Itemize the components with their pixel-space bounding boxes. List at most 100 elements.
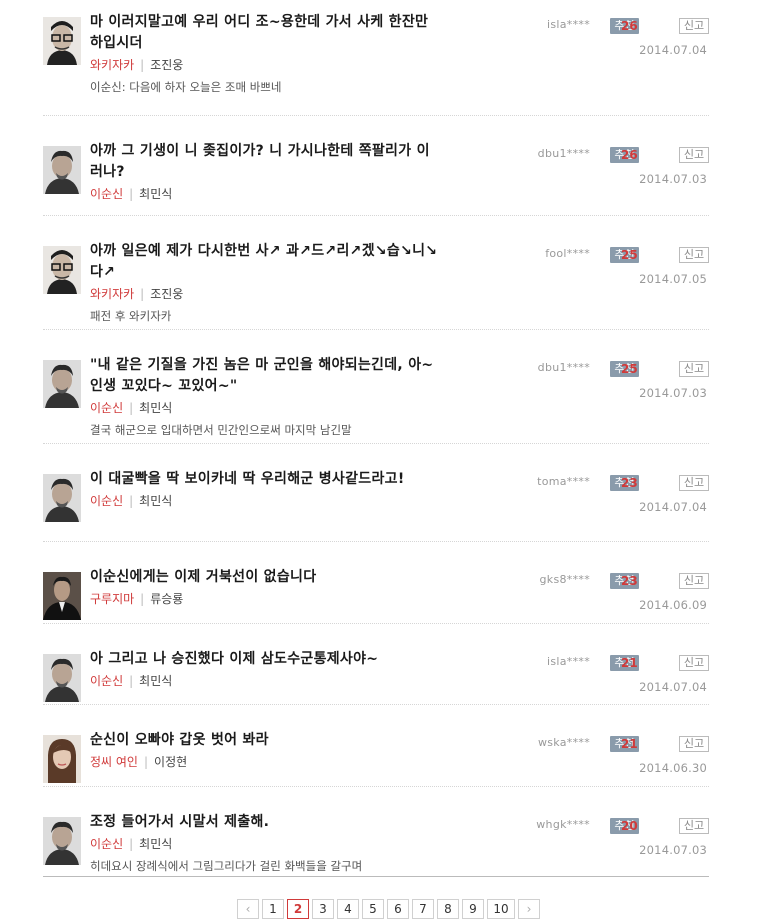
role-name-link[interactable]: 구루지마 [90, 592, 134, 606]
comment-meta: whgk**** 추천 20 신고 2014.07.03 [509, 818, 709, 858]
comment-quote: 아까 그 기생이 니 좆집이가? 니 가시나한테 쪽팔리가 이러나? [90, 143, 430, 180]
role-name-link[interactable]: 이순신 [90, 494, 123, 508]
username: isla**** [547, 18, 590, 31]
cast-info: 이순신 | 최민식 [90, 673, 440, 689]
report-button[interactable]: 신고 [679, 736, 709, 752]
comment-body: "내 같은 기질을 가진 놈은 마 군인을 해야되는긴데, 아~ 인생 꼬있다~… [90, 355, 440, 438]
comment-date: 2014.07.04 [639, 500, 707, 514]
avatar[interactable] [43, 360, 81, 408]
role-name-link[interactable]: 이순신 [90, 401, 123, 415]
comment-note: 패전 후 와키자카 [90, 309, 172, 323]
separator: | [129, 401, 134, 415]
comment-note: 결국 해군으로 입대하면서 민간인으로써 마지막 남긴말 [90, 423, 352, 437]
actor-name-link[interactable]: 최민식 [139, 401, 172, 415]
prev-page-button[interactable]: ‹ [237, 899, 259, 919]
avatar[interactable] [43, 572, 81, 620]
comment-quote: 아 그리고 나 승진했다 이제 삼도수군통제사야~ [90, 651, 379, 667]
separator: | [143, 755, 149, 769]
cast-info: 이순신 | 최민식 [90, 493, 440, 509]
report-button[interactable]: 신고 [679, 361, 709, 377]
comment-meta: isla**** 추천 21 신고 2014.07.04 [509, 655, 709, 695]
separator: | [129, 187, 134, 201]
username: gks8**** [539, 573, 590, 586]
avatar-suit-icon [43, 572, 81, 620]
role-name-link[interactable]: 이순신 [90, 187, 123, 201]
report-button[interactable]: 신고 [679, 247, 709, 263]
actor-name-link[interactable]: 이정현 [154, 755, 187, 769]
report-button[interactable]: 신고 [679, 18, 709, 34]
separator: | [140, 287, 145, 301]
actor-name-link[interactable]: 최민식 [139, 494, 172, 508]
cast-info: 구루지마 | 류승룡 [90, 591, 440, 607]
page-link-4[interactable]: 4 [337, 899, 359, 919]
comment-item: 아까 일은예 제가 다시한번 사↗ 과↗드↗리↗겠↘습↘니↘다↗ 와키자카 | 조진웅… [43, 229, 709, 330]
comment-item: 아 그리고 나 승진했다 이제 삼도수군통제사야~ 이순신 | 최민식 isla****… [43, 637, 709, 705]
comment-date: 2014.07.03 [639, 843, 707, 857]
report-button[interactable]: 신고 [679, 573, 709, 589]
avatar-glasses-icon [43, 246, 81, 294]
comment-item: "내 같은 기질을 가진 놈은 마 군인을 해야되는긴데, 아~ 인생 꼬있다~… [43, 343, 709, 444]
avatar-glasses-icon [43, 17, 81, 65]
comment-meta: fool**** 추천 25 신고 2014.07.05 [509, 247, 709, 287]
cast-info: 와키자카 | 조진웅 [90, 286, 440, 302]
page-link-7[interactable]: 7 [412, 899, 434, 919]
comment-body: 아 그리고 나 승진했다 이제 삼도수군통제사야~ 이순신 | 최민식 [90, 649, 440, 689]
comment-meta: dbu1**** 추천 25 신고 2014.07.03 [509, 361, 709, 401]
comment-note: 히데요시 장례식에서 그림그리다가 걸린 화백들을 갈구며 [90, 859, 363, 873]
comment-item: 조정 들어가서 시말서 제출해. 이순신 | 최민식 히데요시 장례식에서 그림그리다가… [43, 800, 709, 873]
avatar[interactable] [43, 474, 81, 522]
avatar[interactable] [43, 17, 81, 65]
comment-date: 2014.06.09 [639, 598, 707, 612]
comment-date: 2014.07.03 [639, 172, 707, 186]
cast-info: 와키자카 | 조진웅 [90, 57, 440, 73]
comment-date: 2014.07.05 [639, 272, 707, 286]
comment-date: 2014.06.30 [639, 761, 707, 775]
comment-meta: gks8**** 추천 23 신고 2014.06.09 [509, 573, 709, 613]
page-link-2[interactable]: 2 [287, 899, 309, 919]
page-link-9[interactable]: 9 [462, 899, 484, 919]
avatar[interactable] [43, 246, 81, 294]
role-name-link[interactable]: 와키자카 [90, 58, 134, 72]
comment-item: 순신이 오빠야 갑옷 벗어 봐라 정씨 여인 | 이정현 wska**** 추천 21 신고 2… [43, 718, 709, 787]
report-button[interactable]: 신고 [679, 818, 709, 834]
page-link-8[interactable]: 8 [437, 899, 459, 919]
actor-name-link[interactable]: 조진웅 [150, 287, 183, 301]
actor-name-link[interactable]: 류승룡 [150, 592, 183, 606]
page-link-1[interactable]: 1 [262, 899, 284, 919]
report-button[interactable]: 신고 [679, 147, 709, 163]
actor-name-link[interactable]: 최민식 [139, 187, 172, 201]
comment-quote: "내 같은 기질을 가진 놈은 마 군인을 해야되는긴데, 아~ 인생 꼬있다~… [90, 357, 434, 394]
comment-date: 2014.07.03 [639, 386, 707, 400]
role-name-link[interactable]: 정씨 여인 [90, 755, 138, 769]
comment-body: 아까 일은예 제가 다시한번 사↗ 과↗드↗리↗겠↘습↘니↘다↗ 와키자카 | 조진웅… [90, 241, 440, 324]
actor-name-link[interactable]: 최민식 [139, 674, 172, 688]
recommend-count: 26 [621, 148, 638, 162]
comment-item: 마 이러지말고예 우리 어디 조~용한데 가서 사케 한잔만 하입시더 와키자카 |… [43, 0, 709, 116]
avatar[interactable] [43, 654, 81, 702]
role-name-link[interactable]: 와키자카 [90, 287, 134, 301]
comment-item: 이순신에게는 이제 거북선이 없습니다 구루지마 | 류승룡 gks8**** 추천 23 신… [43, 555, 709, 624]
pagination: ‹ 1 2 3 4 5 6 7 8 9 10 › [237, 899, 543, 919]
recommend-count: 26 [621, 19, 638, 33]
report-button[interactable]: 신고 [679, 475, 709, 491]
username: dbu1**** [537, 361, 590, 374]
comment-meta: dbu1**** 추천 26 신고 2014.07.03 [509, 147, 709, 187]
page-link-10[interactable]: 10 [487, 899, 515, 919]
actor-name-link[interactable]: 최민식 [139, 837, 172, 851]
avatar[interactable] [43, 817, 81, 865]
comment-quote: 아까 일은예 제가 다시한번 사↗ 과↗드↗리↗겠↘습↘니↘다↗ [90, 243, 438, 280]
recommend-count: 23 [621, 574, 638, 588]
page-link-3[interactable]: 3 [312, 899, 334, 919]
page-link-6[interactable]: 6 [387, 899, 409, 919]
avatar-man-icon [43, 360, 81, 408]
page-link-5[interactable]: 5 [362, 899, 384, 919]
next-page-button[interactable]: › [518, 899, 540, 919]
avatar[interactable] [43, 735, 81, 783]
role-name-link[interactable]: 이순신 [90, 674, 123, 688]
actor-name-link[interactable]: 조진웅 [150, 58, 183, 72]
cast-info: 정씨 여인 | 이정현 [90, 754, 440, 770]
recommend-count: 23 [621, 476, 638, 490]
avatar[interactable] [43, 146, 81, 194]
role-name-link[interactable]: 이순신 [90, 837, 123, 851]
report-button[interactable]: 신고 [679, 655, 709, 671]
